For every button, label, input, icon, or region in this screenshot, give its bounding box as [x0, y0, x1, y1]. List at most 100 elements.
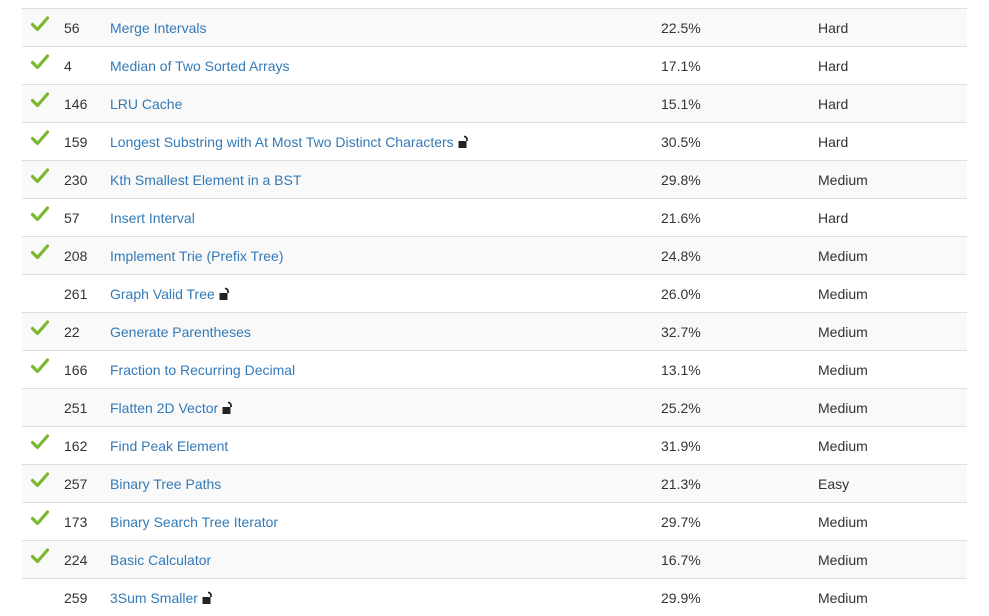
problem-number: 159 — [64, 133, 88, 150]
acceptance-rate: 21.6% — [661, 209, 701, 226]
problem-title-cell: Graph Valid Tree — [110, 286, 231, 302]
check-icon — [30, 15, 50, 33]
problem-number: 173 — [64, 513, 88, 530]
problem-title-link[interactable]: Kth Smallest Element in a BST — [110, 172, 301, 188]
problem-title-link[interactable]: Find Peak Element — [110, 438, 228, 454]
problem-title-link[interactable]: Merge Intervals — [110, 20, 206, 36]
table-row: 4 Median of Two Sorted Arrays 17.1% Hard — [22, 47, 967, 85]
table-row: 259 3Sum Smaller 29.9% Medium — [22, 579, 967, 616]
problem-title-cell: Kth Smallest Element in a BST — [110, 172, 301, 188]
problem-title-link[interactable]: Insert Interval — [110, 210, 195, 226]
lock-icon — [219, 287, 231, 301]
lock-icon — [202, 591, 214, 605]
table-row: 208 Implement Trie (Prefix Tree) 24.8% Medi… — [22, 237, 967, 275]
acceptance-rate: 22.5% — [661, 19, 701, 36]
table-row: 146 LRU Cache 15.1% Hard — [22, 85, 967, 123]
problem-number: 257 — [64, 475, 88, 492]
table-row: 251 Flatten 2D Vector 25.2% Medium — [22, 389, 967, 427]
problem-title-link[interactable]: Binary Search Tree Iterator — [110, 514, 278, 530]
difficulty-label: Medium — [818, 399, 868, 416]
difficulty-label: Medium — [818, 589, 868, 606]
acceptance-rate: 32.7% — [661, 323, 701, 340]
difficulty-label: Medium — [818, 285, 868, 302]
acceptance-rate: 21.3% — [661, 475, 701, 492]
table-row: 166 Fraction to Recurring Decimal 13.1% Med… — [22, 351, 967, 389]
problem-title-cell: Median of Two Sorted Arrays — [110, 58, 290, 74]
check-icon — [30, 433, 50, 451]
problem-number: 22 — [64, 323, 80, 340]
problem-title-link[interactable]: 3Sum Smaller — [110, 590, 198, 606]
table-row: 261 Graph Valid Tree 26.0% Medium — [22, 275, 967, 313]
problem-title-link[interactable]: Fraction to Recurring Decimal — [110, 362, 295, 378]
table-row: 159 Longest Substring with At Most Two Di… — [22, 123, 967, 161]
table-row: 173 Binary Search Tree Iterator 29.7% Mediu… — [22, 503, 967, 541]
problem-title-link[interactable]: Generate Parentheses — [110, 324, 251, 340]
check-icon — [30, 53, 50, 71]
problem-title-cell: Implement Trie (Prefix Tree) — [110, 248, 284, 264]
problem-title-cell: Generate Parentheses — [110, 324, 251, 340]
acceptance-rate: 29.9% — [661, 589, 701, 606]
table-row: 57 Insert Interval 21.6% Hard — [22, 199, 967, 237]
problem-title-cell: Fraction to Recurring Decimal — [110, 362, 295, 378]
problem-title-cell: Basic Calculator — [110, 552, 211, 568]
status-empty — [31, 585, 49, 603]
table-row: 22 Generate Parentheses 32.7% Medium — [22, 313, 967, 351]
acceptance-rate: 15.1% — [661, 95, 701, 112]
table-row: 56 Merge Intervals 22.5% Hard — [22, 9, 967, 47]
problem-number: 56 — [64, 19, 80, 36]
problem-title-cell: Flatten 2D Vector — [110, 400, 234, 416]
difficulty-label: Medium — [818, 323, 868, 340]
difficulty-label: Hard — [818, 19, 849, 36]
problem-number: 4 — [64, 57, 72, 74]
table-row: 224 Basic Calculator 16.7% Medium — [22, 541, 967, 579]
problem-title-link[interactable]: LRU Cache — [110, 96, 182, 112]
difficulty-label: Medium — [818, 513, 868, 530]
problem-title-cell: Merge Intervals — [110, 20, 206, 36]
status-empty — [31, 395, 49, 413]
table-row: 257 Binary Tree Paths 21.3% Easy — [22, 465, 967, 503]
difficulty-label: Medium — [818, 247, 868, 264]
difficulty-label: Medium — [818, 551, 868, 568]
difficulty-label: Hard — [818, 133, 849, 150]
problem-number: 261 — [64, 285, 88, 302]
problem-title-link[interactable]: Median of Two Sorted Arrays — [110, 58, 290, 74]
problem-title-cell: Longest Substring with At Most Two Disti… — [110, 134, 470, 150]
check-icon — [30, 205, 50, 223]
difficulty-label: Medium — [818, 437, 868, 454]
acceptance-rate: 25.2% — [661, 399, 701, 416]
check-icon — [30, 167, 50, 185]
problem-number: 166 — [64, 361, 88, 378]
problem-title-cell: Binary Tree Paths — [110, 476, 221, 492]
problem-number: 162 — [64, 437, 88, 454]
problem-title-link[interactable]: Implement Trie (Prefix Tree) — [110, 248, 284, 264]
difficulty-label: Easy — [818, 475, 850, 492]
difficulty-label: Hard — [818, 209, 849, 226]
acceptance-rate: 17.1% — [661, 57, 701, 74]
check-icon — [30, 129, 50, 147]
problem-title-cell: LRU Cache — [110, 96, 182, 112]
problem-number: 251 — [64, 399, 88, 416]
problem-number: 230 — [64, 171, 88, 188]
problem-title-link[interactable]: Graph Valid Tree — [110, 286, 215, 302]
check-icon — [30, 243, 50, 261]
check-icon — [30, 471, 50, 489]
problem-title-cell: 3Sum Smaller — [110, 590, 214, 606]
status-empty — [31, 281, 49, 299]
acceptance-rate: 24.8% — [661, 247, 701, 264]
acceptance-rate: 16.7% — [661, 551, 701, 568]
difficulty-label: Hard — [818, 95, 849, 112]
problem-number: 146 — [64, 95, 88, 112]
difficulty-label: Medium — [818, 361, 868, 378]
acceptance-rate: 13.1% — [661, 361, 701, 378]
acceptance-rate: 29.7% — [661, 513, 701, 530]
problem-title-link[interactable]: Flatten 2D Vector — [110, 400, 218, 416]
check-icon — [30, 357, 50, 375]
problem-title-link[interactable]: Binary Tree Paths — [110, 476, 221, 492]
problem-title-link[interactable]: Basic Calculator — [110, 552, 211, 568]
lock-icon — [222, 401, 234, 415]
table-row: 162 Find Peak Element 31.9% Medium — [22, 427, 967, 465]
problem-title-link[interactable]: Longest Substring with At Most Two Disti… — [110, 134, 454, 150]
problem-title-cell: Find Peak Element — [110, 438, 228, 454]
table-row: 230 Kth Smallest Element in a BST 29.8% Med… — [22, 161, 967, 199]
check-icon — [30, 91, 50, 109]
